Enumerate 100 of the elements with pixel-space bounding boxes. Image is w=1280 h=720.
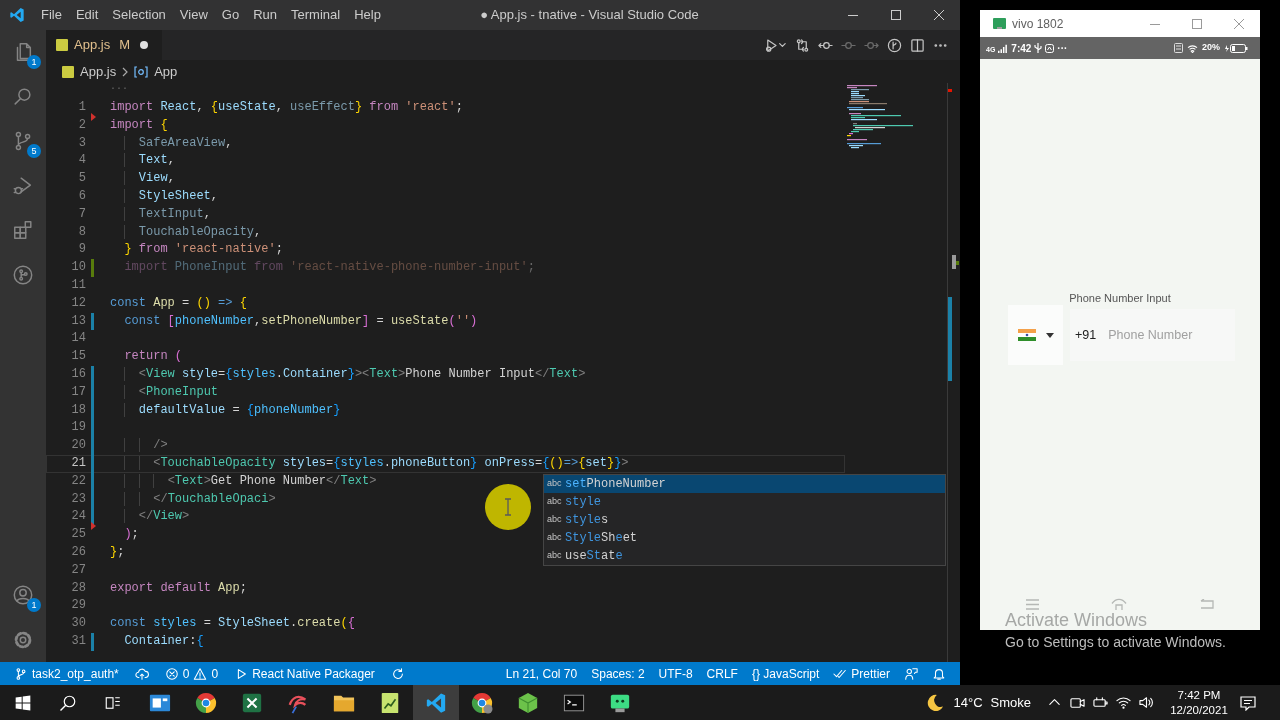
menu-item[interactable]: Help [347,0,388,30]
suggestion-item[interactable]: abc useState [544,547,945,565]
camera-icon[interactable] [1070,695,1085,710]
error-icon [164,666,179,681]
wifi-icon[interactable] [1116,695,1131,710]
breadcrumb-item[interactable]: App.js [62,61,117,82]
menu-item[interactable]: View [172,0,215,30]
line-number: 17 [71,383,86,401]
bell-icon [932,666,946,681]
packager-status[interactable]: React Native Packager [228,662,381,685]
code-line: defaultValue = {phoneNumber} [110,401,341,420]
weather-condition: Smoke [990,693,1031,712]
code-line: </View> [110,508,190,527]
clock-date: 12/20/2021 [1170,702,1228,718]
code-line: } from 'react-native'; [123,241,283,259]
chevron-icon [121,66,130,77]
code-line: import { [110,116,168,134]
menu-item[interactable]: Run [246,0,284,30]
code-line: }; [110,543,125,561]
line-number: 1 [78,99,86,116]
line-number: 26 [71,543,86,561]
start-icon [14,694,31,711]
line-number: 12 [71,294,86,312]
clock-time: 7:42 PM [1177,687,1221,703]
branch-status[interactable]: task2_otp_auth* [8,662,125,685]
menu-item[interactable]: Edit [68,0,106,30]
line-number: 4 [78,152,86,170]
chart-note-icon [379,691,401,714]
line-number: 13 [71,312,86,330]
compare-changes-icon[interactable] [795,37,810,53]
split-editor-icon[interactable] [910,37,925,53]
code-line: StyleSheet, [110,188,219,206]
blocks-icon[interactable] [12,219,34,242]
menu-item[interactable]: Go [214,0,247,30]
code-line: <View style={styles.Container}><Text>Phone Number Input</Text> [110,365,586,384]
line-number: 21 [71,454,86,472]
menu-item[interactable]: File [34,0,69,30]
code-line: const App = () => { [110,294,247,312]
code-line: /> [110,437,168,455]
country-picker[interactable] [1008,305,1063,365]
app-logo-icon [9,7,25,23]
account-icon[interactable] [12,584,34,607]
speaker-icon[interactable] [1139,695,1154,710]
pointer-highlight-icon [485,484,531,530]
status-item[interactable]: Ln 21, Col 70 [499,662,584,685]
line-number: 31 [71,632,86,650]
change-bar [91,312,94,331]
status-item[interactable]: Spaces: 2 [585,662,651,685]
cloud-upload-icon [134,666,149,681]
suggestion-item[interactable]: abc StyleSheet [544,529,945,547]
close-icon [933,10,944,20]
editor-tab[interactable]: App.js M [46,30,162,60]
menu-item[interactable]: Terminal [284,0,348,30]
branch-circle-icon[interactable] [887,37,902,53]
suggestion-item[interactable]: abc styles [544,511,945,529]
search-icon[interactable] [12,85,34,108]
more-notifications: ··· [1057,41,1068,56]
notification-icon[interactable] [1240,694,1256,711]
refresh-icon [390,666,405,681]
window-title: vivo 1802 [1012,15,1064,33]
count-badge: 1 [27,55,41,69]
monitor-icon [993,18,1006,29]
signal-icon [998,43,1008,53]
symbol-icon [134,65,149,78]
phone-number-input[interactable]: Phone Number [1108,325,1229,345]
status-item[interactable]: {} JavaScript [745,662,826,685]
code-line: View, [110,170,175,188]
code-line: Container:{ [123,632,204,650]
run-debug-icon[interactable] [765,37,787,53]
code-line: TextInput, [110,205,211,224]
search-icon [58,693,77,712]
line-number: 28 [71,579,86,597]
circle-logo-icon [471,691,493,714]
code-line: ); [123,526,139,544]
problems-status[interactable]: 0 0 [158,662,225,685]
line-number: 14 [71,330,86,348]
battery-icon[interactable] [1093,695,1108,710]
code-line: import PhoneInput from 'react-native-phone-number-input'; [123,259,535,277]
maximize-icon [1192,18,1202,29]
code-line: </TouchableOpaci> [110,490,276,509]
activation-title: Activate Windows [1005,610,1148,630]
line-number: 30 [71,615,86,633]
line-number: 11 [71,276,86,294]
phone-number-field[interactable]: +91 Phone Number [1070,309,1235,361]
menu-item[interactable]: Selection [105,0,173,30]
code-line: Text, [110,152,175,171]
usb-icon [1034,43,1043,53]
close-icon [1234,18,1244,29]
code-line: <TouchableOpacity styles={styles.phoneButton} onPress={()=>{set}}> [110,454,629,473]
status-item[interactable]: CRLF [700,662,744,685]
status-item[interactable]: UTF-8 [652,662,699,685]
line-number: 22 [71,472,86,490]
suggestion-item[interactable]: abc style [544,493,945,511]
line-number: 27 [71,561,86,579]
activation-message: Go to Settings to activate Windows. [1005,633,1226,651]
formatter-status[interactable]: Prettier [827,662,896,685]
line-number: 9 [78,241,86,259]
code-line: const [phoneNumber,setPhoneNumber] = useState('') [123,312,478,330]
breadcrumb-item[interactable]: App [134,61,178,82]
suggestion-item[interactable]: abc setPhoneNumber [544,475,945,493]
